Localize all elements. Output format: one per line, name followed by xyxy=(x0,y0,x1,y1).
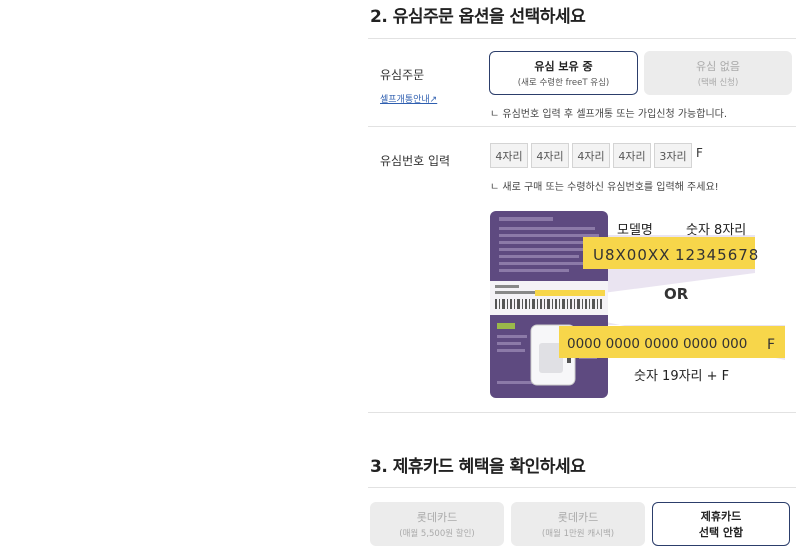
usim-digit-field-5[interactable]: 3자리 xyxy=(654,143,692,168)
usim-order-label: 유심주문 xyxy=(380,68,425,82)
usim-digit-field-4[interactable]: 4자리 xyxy=(613,143,651,168)
divider xyxy=(368,38,796,39)
option-main-label: 유심 보유 중 xyxy=(534,60,593,73)
barcode xyxy=(495,299,602,309)
usim-digit-field-1[interactable]: 4자리 xyxy=(490,143,528,168)
usim-option-note: ㄴ 유심번호 입력 후 셀프개통 또는 가입신청 가능합니다. xyxy=(490,109,728,120)
digits-19-label: 숫자 19자리 + F xyxy=(634,369,730,384)
model-name-label: 모델명 xyxy=(617,223,653,238)
option-sub-label: (택배 신청) xyxy=(697,78,739,88)
option-sub-label: (새로 수령한 freeT 유심) xyxy=(517,78,610,88)
option-sub-label: (매월 1만원 캐시백) xyxy=(541,529,615,539)
card-option-none-button[interactable]: 제휴카드 선택 안함 xyxy=(652,502,790,546)
usim-digit-field-3[interactable]: 4자리 xyxy=(572,143,610,168)
option-sub-label: (매월 5,500원 할인) xyxy=(399,529,475,539)
card-option-lotte-discount-button[interactable]: 롯데카드 (매월 5,500원 할인) xyxy=(370,502,504,546)
option-main-label: 유심 없음 xyxy=(696,60,740,73)
usim-digit-suffix: F xyxy=(696,146,703,160)
divider xyxy=(368,487,796,488)
divider xyxy=(368,126,796,127)
divider xyxy=(368,412,796,413)
section-title-usim-option: 2. 유심주문 옵션을 선택하세요 xyxy=(370,7,586,27)
card-option-lotte-cashback-button[interactable]: 롯데카드 (매월 1만원 캐시백) xyxy=(511,502,645,546)
long-number-suffix: F xyxy=(767,337,775,353)
section-title-partner-card: 3. 제휴카드 혜택을 확인하세요 xyxy=(370,457,586,477)
option-usim-none-button[interactable]: 유심 없음 (택배 신청) xyxy=(644,51,792,95)
model-value-text: U8X00XX xyxy=(593,246,670,264)
digits-8-label: 숫자 8자리 xyxy=(686,223,747,238)
option-usim-owned-button[interactable]: 유심 보유 중 (새로 수령한 freeT 유심) xyxy=(489,51,638,95)
long-number-text: 0000 0000 0000 0000 000 xyxy=(567,336,747,352)
self-open-guide-link[interactable]: 셀프개통안내↗ xyxy=(380,92,437,105)
usim-number-label: 유심번호 입력 xyxy=(380,154,451,168)
usim-digit-field-2[interactable]: 4자리 xyxy=(531,143,569,168)
usim-number-note: ㄴ 새로 구매 또는 수령하신 유심번호를 입력해 주세요! xyxy=(490,182,719,193)
option-main-label: 롯데카드 xyxy=(416,511,458,524)
option-sub-label: 선택 안함 xyxy=(698,526,744,539)
serial-value-text: 12345678 xyxy=(675,246,759,264)
option-main-label: 롯데카드 xyxy=(557,511,599,524)
option-main-label: 제휴카드 xyxy=(700,510,742,523)
highlight-mark xyxy=(535,290,605,296)
or-label: OR xyxy=(664,285,689,303)
